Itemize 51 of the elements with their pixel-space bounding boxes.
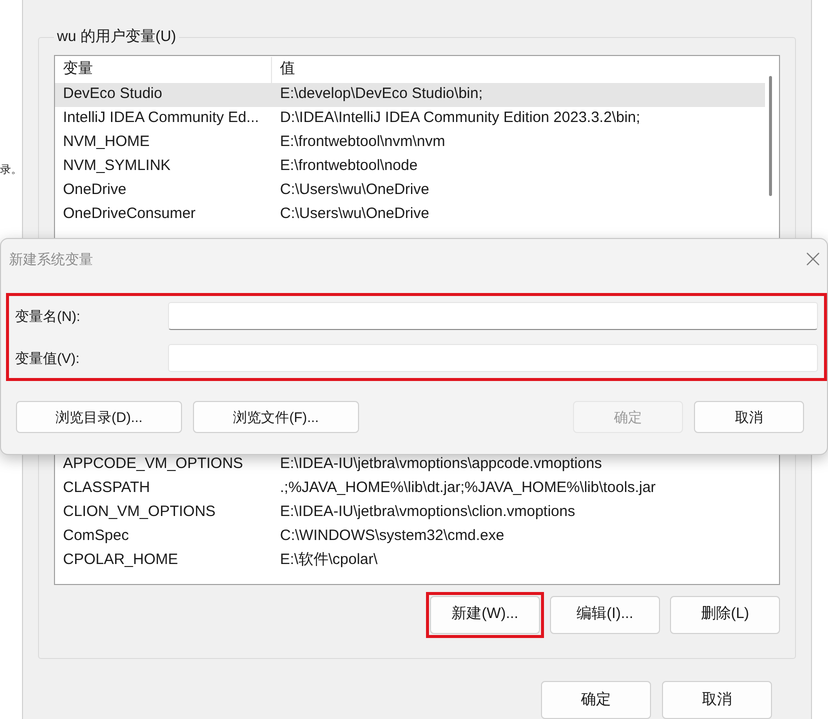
variable-name: OneDrive xyxy=(62,180,128,200)
variable-value: E:\develop\DevEco Studio\bin; xyxy=(279,84,483,104)
variable-name: NVM_SYMLINK xyxy=(62,156,172,176)
list-action-button[interactable]: 新建(W)... xyxy=(430,596,540,634)
close-icon[interactable] xyxy=(806,252,820,266)
list-row[interactable]: OneDriveConsumer C:\Users\wu\OneDrive xyxy=(55,202,765,226)
list-row[interactable]: OneDrive C:\Users\wu\OneDrive xyxy=(55,178,765,202)
background-text: 录。 xyxy=(0,163,22,178)
variable-name: NVM_HOME xyxy=(62,132,151,152)
input-field[interactable] xyxy=(168,344,818,372)
list-row[interactable]: IntelliJ IDEA Community Ed... D:\IDEA\IntelliJ IDEA Community Edition 2023.3.2\bin; xyxy=(55,106,765,130)
variable-name: ComSpec xyxy=(62,526,130,546)
input-field[interactable] xyxy=(168,302,818,330)
variable-name: OneDriveConsumer xyxy=(62,204,197,224)
dialog-button[interactable]: 取消 xyxy=(694,401,804,433)
variable-value: .;%JAVA_HOME%\lib\dt.jar;%JAVA_HOME%\lib\tools.jar xyxy=(279,478,656,498)
column-header[interactable]: 值 xyxy=(272,56,765,82)
list-action-button[interactable]: 删除(L) xyxy=(670,596,780,634)
variable-value: C:\Users\wu\OneDrive xyxy=(279,204,430,224)
variable-value: E:\IDEA-IU\jetbra\vmoptions\appcode.vmoptions xyxy=(279,454,602,474)
variable-name: APPCODE_VM_OPTIONS xyxy=(62,454,244,474)
field-label: 变量值(V): xyxy=(14,348,81,368)
variable-name: IntelliJ IDEA Community Ed... xyxy=(62,108,260,128)
browse-button[interactable]: 浏览文件(F)... xyxy=(193,401,359,433)
list-action-button[interactable]: 编辑(I)... xyxy=(550,596,660,634)
list-row[interactable]: NVM_SYMLINK E:\frontwebtool\node xyxy=(55,154,765,178)
variable-value: C:\Users\wu\OneDrive xyxy=(279,180,430,200)
field-label: 变量名(N): xyxy=(14,306,82,326)
dialog-button[interactable]: 确定 xyxy=(541,681,651,719)
variable-name: CLION_VM_OPTIONS xyxy=(62,502,217,522)
variable-name: CLASSPATH xyxy=(62,478,151,498)
variable-value: C:\WINDOWS\system32\cmd.exe xyxy=(279,526,504,546)
list-row[interactable]: NVM_HOME E:\frontwebtool\nvm\nvm xyxy=(55,130,765,154)
variable-name: CPOLAR_HOME xyxy=(62,550,180,570)
list-row[interactable]: CPOLAR_HOME E:\软件\cpolar\ xyxy=(55,548,765,572)
group-title: wu 的用户变量(U) xyxy=(56,27,178,47)
list-row[interactable]: CLASSPATH .;%JAVA_HOME%\lib\dt.jar;%JAVA_HOME%\lib\tools.jar xyxy=(55,476,765,500)
list-row[interactable]: APPCODE_VM_OPTIONS E:\IDEA-IU\jetbra\vmoptions\appcode.vmoptions xyxy=(55,452,765,476)
variable-value: E:\软件\cpolar\ xyxy=(279,550,378,570)
variable-value: E:\IDEA-IU\jetbra\vmoptions\clion.vmoptions xyxy=(279,502,576,522)
variable-name: DevEco Studio xyxy=(62,84,164,104)
list-row[interactable]: DevEco Studio E:\develop\DevEco Studio\bin; xyxy=(55,82,765,106)
variable-value: E:\frontwebtool\nvm\nvm xyxy=(279,132,446,152)
list-row[interactable]: CLION_VM_OPTIONS E:\IDEA-IU\jetbra\vmoptions\clion.vmoptions xyxy=(55,500,765,524)
dialog-button[interactable]: 取消 xyxy=(662,681,772,719)
scrollbar-thumb[interactable] xyxy=(769,76,772,196)
browse-button[interactable]: 浏览目录(D)... xyxy=(16,401,182,433)
dialog-title: 新建系统变量 xyxy=(9,250,93,268)
variable-value: E:\frontwebtool\node xyxy=(279,156,418,176)
list-row[interactable]: ComSpec C:\WINDOWS\system32\cmd.exe xyxy=(55,524,765,548)
variable-value: D:\IDEA\IntelliJ IDEA Community Edition 2023.3.2\bin; xyxy=(279,108,640,128)
